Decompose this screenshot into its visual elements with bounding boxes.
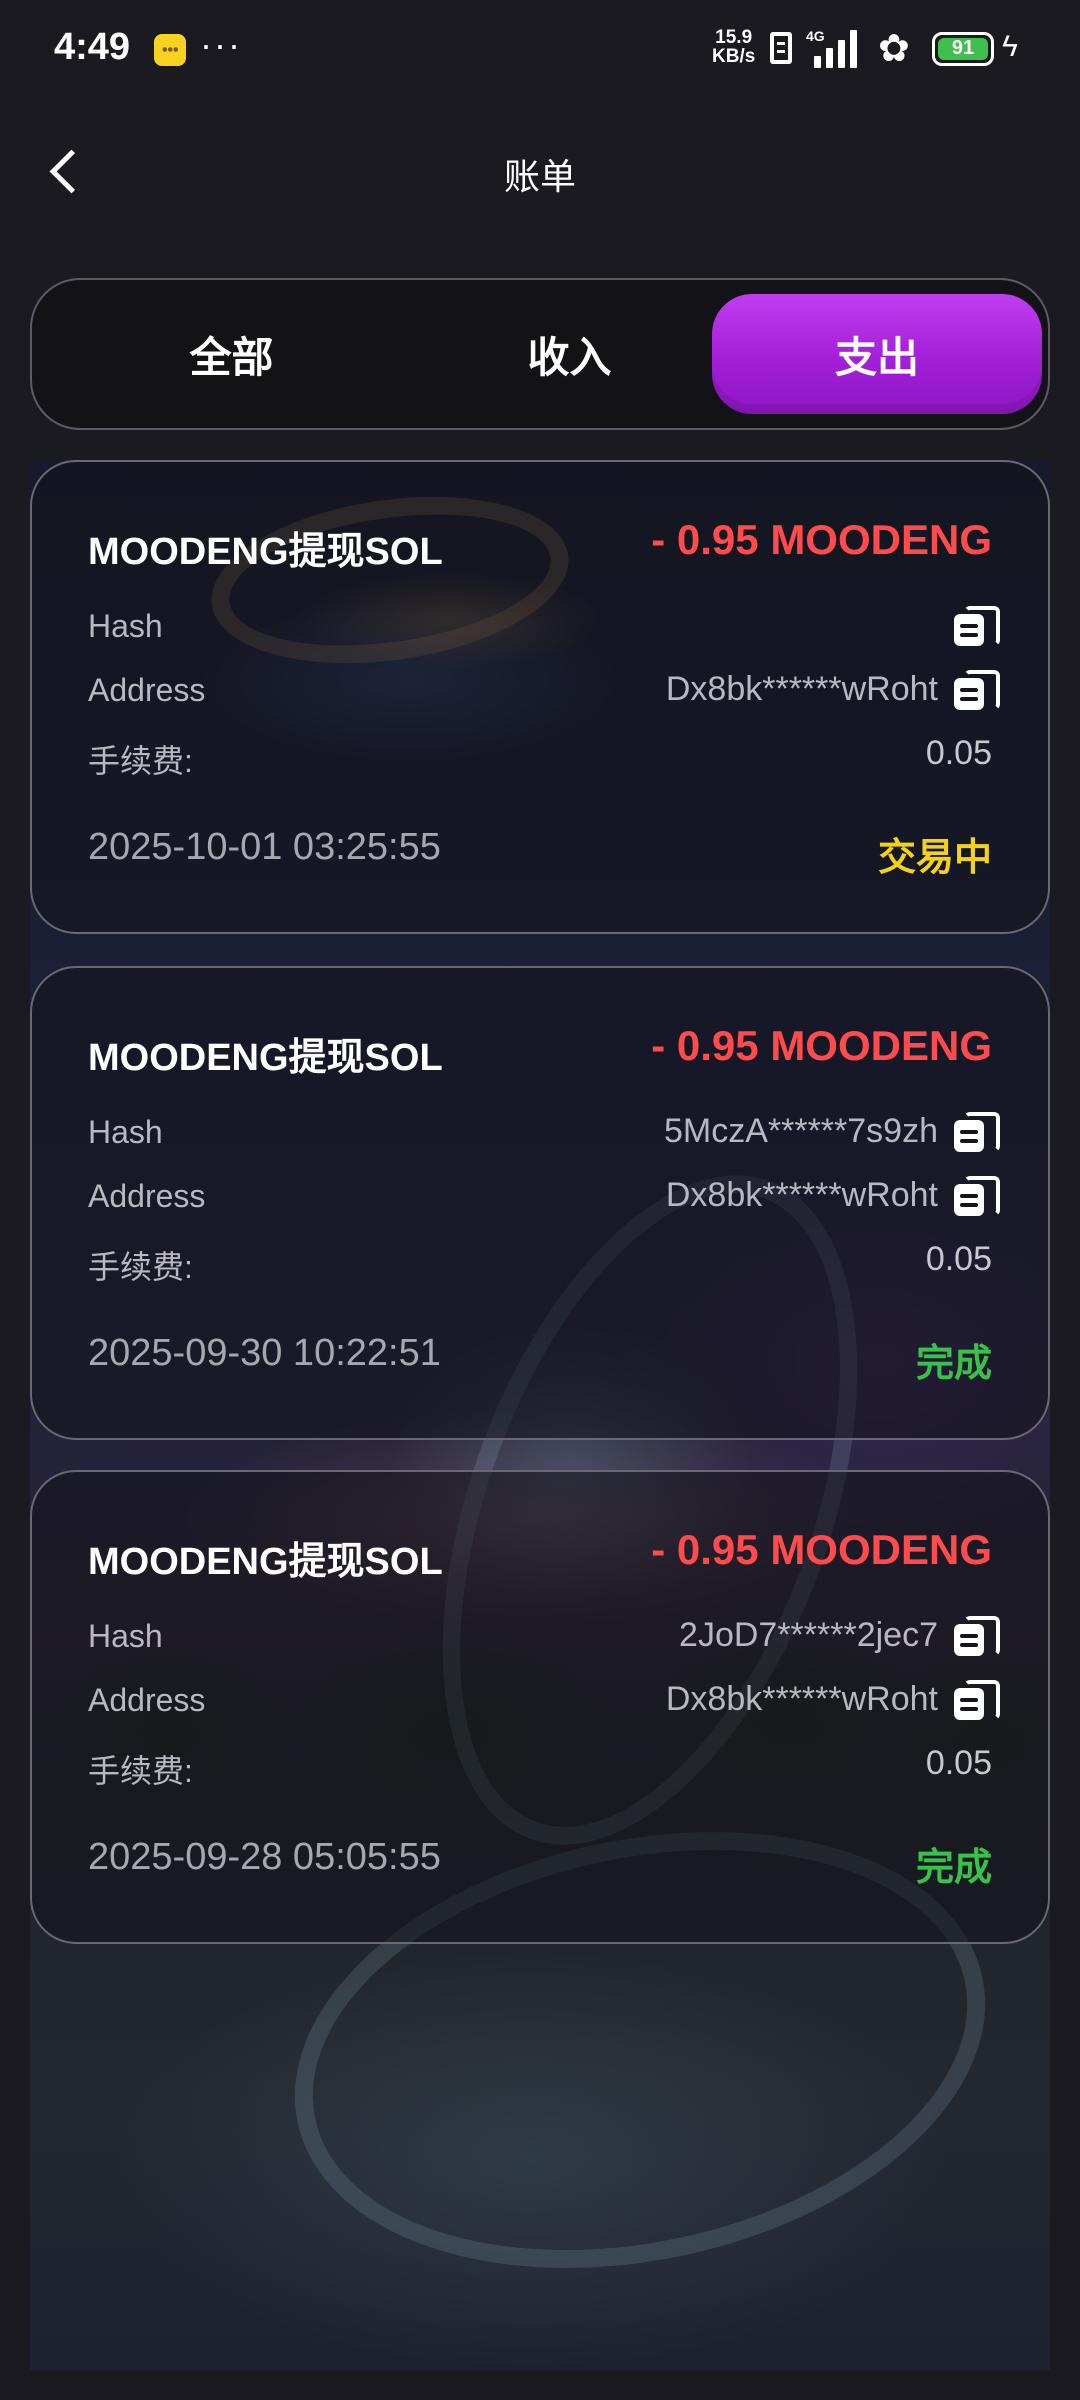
hash-label: Hash [88,1114,163,1150]
page-header: 账单 [0,130,1080,210]
battery-icon: 91 [932,32,994,66]
transaction-amount: - 0.95 MOODENG [651,1526,992,1573]
fee-label: 手续费: [88,1753,193,1789]
copy-address-icon[interactable] [954,670,1000,710]
network-speed-value: 15.9 [715,27,753,48]
transaction-datetime: 2025-09-28 05:05:55 [88,1836,441,1878]
status-icons: 4G ✿ 91 ϟ [770,28,1030,72]
transaction-card[interactable]: MOODENG提现SOL - 0.95 MOODENG Hash 2JoD7**… [30,1470,1050,1944]
status-time: 4:49 [54,26,131,68]
status-bar: 4:49 ··· 15.9 KB/s 4G ✿ 91 ϟ [0,0,1080,100]
sim-card-icon [770,32,792,64]
copy-hash-icon[interactable] [954,606,1000,646]
status-badge: 完成 [915,1343,992,1385]
address-value: Dx8bk******wRoht [665,670,938,708]
copy-address-icon[interactable] [954,1176,1000,1216]
copy-hash-icon[interactable] [954,1112,1000,1152]
tab-income[interactable]: 收入 [402,294,737,414]
address-label: Address [88,672,206,708]
transaction-title: MOODENG提现SOL [88,1541,443,1583]
status-badge: 完成 [915,1847,992,1889]
fee-value: 0.05 [925,734,992,772]
tab-all[interactable]: 全部 [64,294,399,414]
copy-address-icon[interactable] [954,1680,1000,1720]
hash-value: 2JoD7******2jec7 [679,1616,938,1654]
transaction-title: MOODENG提现SOL [88,1037,443,1079]
transaction-amount: - 0.95 MOODENG [651,516,992,563]
fee-value: 0.05 [925,1744,992,1782]
network-speed: 15.9 KB/s [712,28,755,66]
fee-label: 手续费: [88,743,193,779]
more-notifications-icon: ··· [200,24,242,65]
transaction-card[interactable]: MOODENG提现SOL - 0.95 MOODENG Hash 5MczA**… [30,966,1050,1440]
network-type-label: 4G [806,28,825,44]
status-badge: 交易中 [877,837,992,879]
transaction-card[interactable]: MOODENG提现SOL - 0.95 MOODENG Hash Address… [30,460,1050,934]
chat-app-notification-icon [154,34,186,66]
tab-expense[interactable]: 支出 [712,294,1042,414]
charging-bolt-icon: ϟ [1002,30,1018,63]
fee-label: 手续费: [88,1249,193,1285]
hash-label: Hash [88,1618,163,1654]
address-label: Address [88,1178,206,1214]
transaction-title: MOODENG提现SOL [88,531,443,573]
page-title: 账单 [503,156,576,197]
transaction-datetime: 2025-09-30 10:22:51 [88,1332,441,1374]
battery-level: 91 [951,37,975,59]
filter-tabs: 全部 收入 支出 [30,278,1050,430]
transaction-datetime: 2025-10-01 03:25:55 [88,826,441,868]
hash-value: 5MczA******7s9zh [663,1112,938,1150]
address-value: Dx8bk******wRoht [665,1680,938,1718]
address-value: Dx8bk******wRoht [665,1176,938,1214]
copy-hash-icon[interactable] [954,1616,1000,1656]
network-speed-unit: KB/s [712,46,756,67]
settings-gear-icon: ✿ [878,28,910,70]
hash-label: Hash [88,608,163,644]
fee-value: 0.05 [925,1240,992,1278]
address-label: Address [88,1682,206,1718]
transaction-amount: - 0.95 MOODENG [651,1022,992,1069]
